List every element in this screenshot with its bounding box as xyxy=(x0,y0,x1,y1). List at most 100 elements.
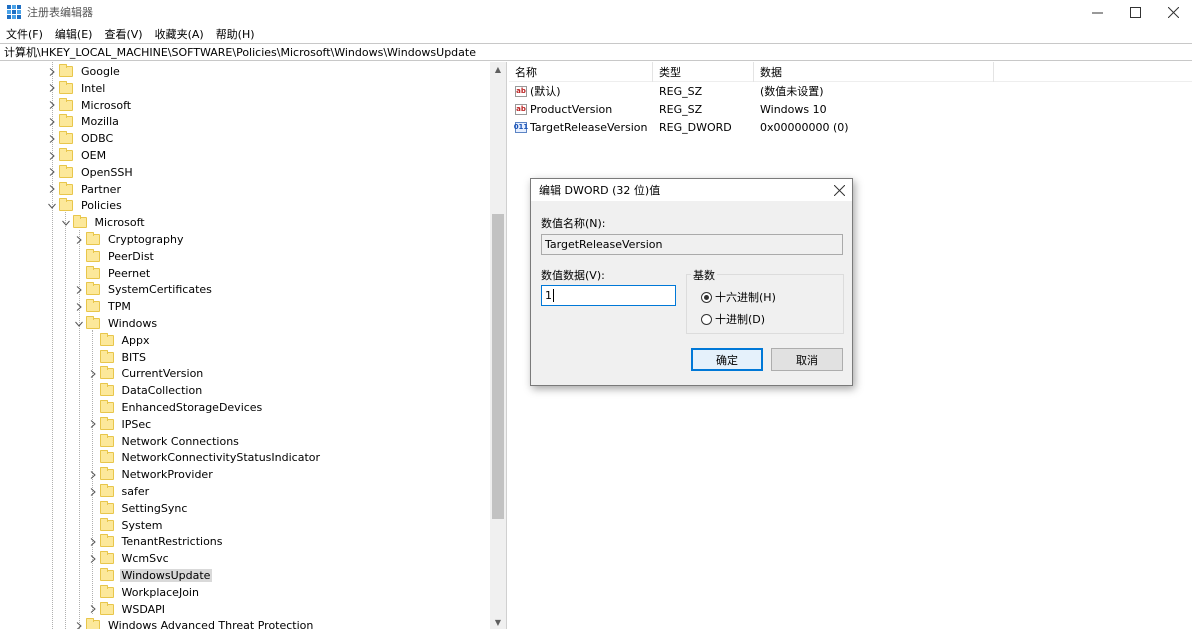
address-bar[interactable]: 计算机\HKEY_LOCAL_MACHINE\SOFTWARE\Policies… xyxy=(0,43,1192,61)
chevron-right-icon[interactable] xyxy=(88,487,98,497)
string-value-icon: ab xyxy=(515,85,527,97)
menu-file[interactable]: 文件(F) xyxy=(0,26,49,42)
tree-item[interactable]: Policies xyxy=(47,197,124,214)
tree-expander-spacer xyxy=(88,335,98,345)
tree-item[interactable]: Windows xyxy=(74,315,159,332)
value-data-input[interactable]: 1 xyxy=(541,285,676,306)
radio-hexadecimal[interactable]: 十六进制(H) xyxy=(701,289,776,305)
tree-item-label: Peernet xyxy=(108,266,151,280)
chevron-right-icon[interactable] xyxy=(88,554,98,564)
maximize-icon xyxy=(1129,6,1141,18)
chevron-right-icon[interactable] xyxy=(74,285,84,295)
folder-icon xyxy=(86,232,100,245)
chevron-right-icon[interactable] xyxy=(74,235,84,245)
menu-help[interactable]: 帮助(H) xyxy=(210,26,261,42)
tree-item[interactable]: EnhancedStorageDevices xyxy=(88,399,265,416)
chevron-down-icon[interactable] xyxy=(61,218,71,228)
chevron-right-icon[interactable] xyxy=(47,83,57,93)
cancel-button[interactable]: 取消 xyxy=(771,348,843,371)
value-row[interactable]: ab ProductVersion REG_SZ Windows 10 xyxy=(509,100,1192,118)
tree-item[interactable]: WorkplaceJoin xyxy=(88,584,201,601)
tree-item[interactable]: System xyxy=(88,517,165,534)
value-row[interactable]: ab (默认) REG_SZ (数值未设置) xyxy=(509,82,1192,100)
tree-expander-spacer xyxy=(88,436,98,446)
tree-item[interactable]: Microsoft xyxy=(47,97,133,114)
chevron-down-icon[interactable] xyxy=(47,201,57,211)
tree-item[interactable]: Partner xyxy=(47,181,123,198)
tree-expander-spacer xyxy=(88,587,98,597)
tree-item[interactable]: NetworkConnectivityStatusIndicator xyxy=(88,449,323,466)
value-name-field[interactable]: TargetReleaseVersion xyxy=(541,234,843,255)
tree-item[interactable]: PeerDist xyxy=(74,248,156,265)
chevron-right-icon[interactable] xyxy=(88,537,98,547)
column-header-name[interactable]: 名称 xyxy=(509,61,653,82)
chevron-right-icon[interactable] xyxy=(47,67,57,77)
radio-decimal[interactable]: 十进制(D) xyxy=(701,311,765,327)
chevron-down-icon[interactable] xyxy=(74,319,84,329)
chevron-right-icon[interactable] xyxy=(88,604,98,614)
tree-item[interactable]: Peernet xyxy=(74,265,152,282)
column-header-data[interactable]: 数据 xyxy=(754,61,994,82)
tree-item[interactable]: OpenSSH xyxy=(47,164,135,181)
scrollbar-thumb[interactable] xyxy=(492,214,504,519)
chevron-right-icon[interactable] xyxy=(47,117,57,127)
minimize-icon xyxy=(1091,12,1103,13)
tree-item[interactable]: NetworkProvider xyxy=(88,466,215,483)
tree-item-label: WSDAPI xyxy=(121,602,166,616)
menu-bar: 文件(F) 编辑(E) 查看(V) 收藏夹(A) 帮助(H) xyxy=(0,25,261,43)
chevron-right-icon[interactable] xyxy=(47,134,57,144)
scroll-down-arrow-icon[interactable]: ▼ xyxy=(490,615,506,629)
tree-item[interactable]: WindowsUpdate xyxy=(88,567,213,584)
chevron-right-icon[interactable] xyxy=(74,302,84,312)
tree-item[interactable]: Windows Advanced Threat Protection xyxy=(74,617,315,629)
ok-button[interactable]: 确定 xyxy=(691,348,763,371)
tree-item[interactable]: Google xyxy=(47,63,122,80)
folder-icon xyxy=(86,618,100,629)
tree-item[interactable]: WSDAPI xyxy=(88,601,168,618)
menu-view[interactable]: 查看(V) xyxy=(98,26,148,42)
tree-item[interactable]: Intel xyxy=(47,80,107,97)
tree-item[interactable]: Network Connections xyxy=(88,433,241,450)
dialog-close-button[interactable] xyxy=(832,183,846,197)
folder-icon xyxy=(99,551,114,565)
scroll-up-arrow-icon[interactable]: ▲ xyxy=(490,62,506,76)
tree-item[interactable]: Cryptography xyxy=(74,231,185,248)
tree-item[interactable]: WcmSvc xyxy=(88,550,171,567)
tree-item[interactable]: CurrentVersion xyxy=(88,365,206,382)
chevron-right-icon[interactable] xyxy=(47,167,57,177)
tree-item[interactable]: SystemCertificates xyxy=(74,281,214,298)
tree-item[interactable]: DataCollection xyxy=(88,382,205,399)
chevron-right-icon[interactable] xyxy=(88,470,98,480)
tree-item[interactable]: Mozilla xyxy=(47,113,121,130)
tree-item[interactable]: ODBC xyxy=(47,130,115,147)
radio-dec-indicator[interactable] xyxy=(701,313,712,325)
registry-tree[interactable]: Google Intel Microsoft Mozilla ODBC OEM OpenSS… xyxy=(0,62,507,629)
tree-expander-spacer xyxy=(74,251,84,261)
tree-item[interactable]: Microsoft xyxy=(61,214,147,231)
tree-item[interactable]: safer xyxy=(88,483,152,500)
tree-item[interactable]: TPM xyxy=(74,298,133,315)
close-button[interactable] xyxy=(1154,0,1192,24)
menu-favorites[interactable]: 收藏夹(A) xyxy=(149,26,210,42)
tree-item[interactable]: SettingSync xyxy=(88,500,190,517)
tree-item[interactable]: OEM xyxy=(47,147,108,164)
maximize-button[interactable] xyxy=(1116,0,1154,24)
tree-vertical-scrollbar[interactable]: ▲ ▼ xyxy=(490,62,506,629)
minimize-button[interactable] xyxy=(1078,0,1116,24)
chevron-right-icon[interactable] xyxy=(47,100,57,110)
chevron-right-icon[interactable] xyxy=(88,419,98,429)
chevron-right-icon[interactable] xyxy=(47,151,57,161)
chevron-right-icon[interactable] xyxy=(88,369,98,379)
chevron-right-icon[interactable] xyxy=(74,621,84,629)
tree-expander-spacer xyxy=(74,268,84,278)
tree-item[interactable]: IPSec xyxy=(88,416,154,433)
value-row[interactable]: 011 TargetReleaseVersion REG_DWORD 0x0000… xyxy=(509,118,1192,136)
menu-edit[interactable]: 编辑(E) xyxy=(49,26,99,42)
radio-hex-indicator[interactable] xyxy=(701,291,712,303)
tree-item[interactable]: Appx xyxy=(88,332,152,349)
chevron-right-icon[interactable] xyxy=(47,184,57,194)
tree-item-label: Intel xyxy=(81,81,106,95)
tree-item[interactable]: TenantRestrictions xyxy=(88,533,225,550)
tree-item[interactable]: BITS xyxy=(88,349,149,366)
column-header-type[interactable]: 类型 xyxy=(653,61,754,82)
